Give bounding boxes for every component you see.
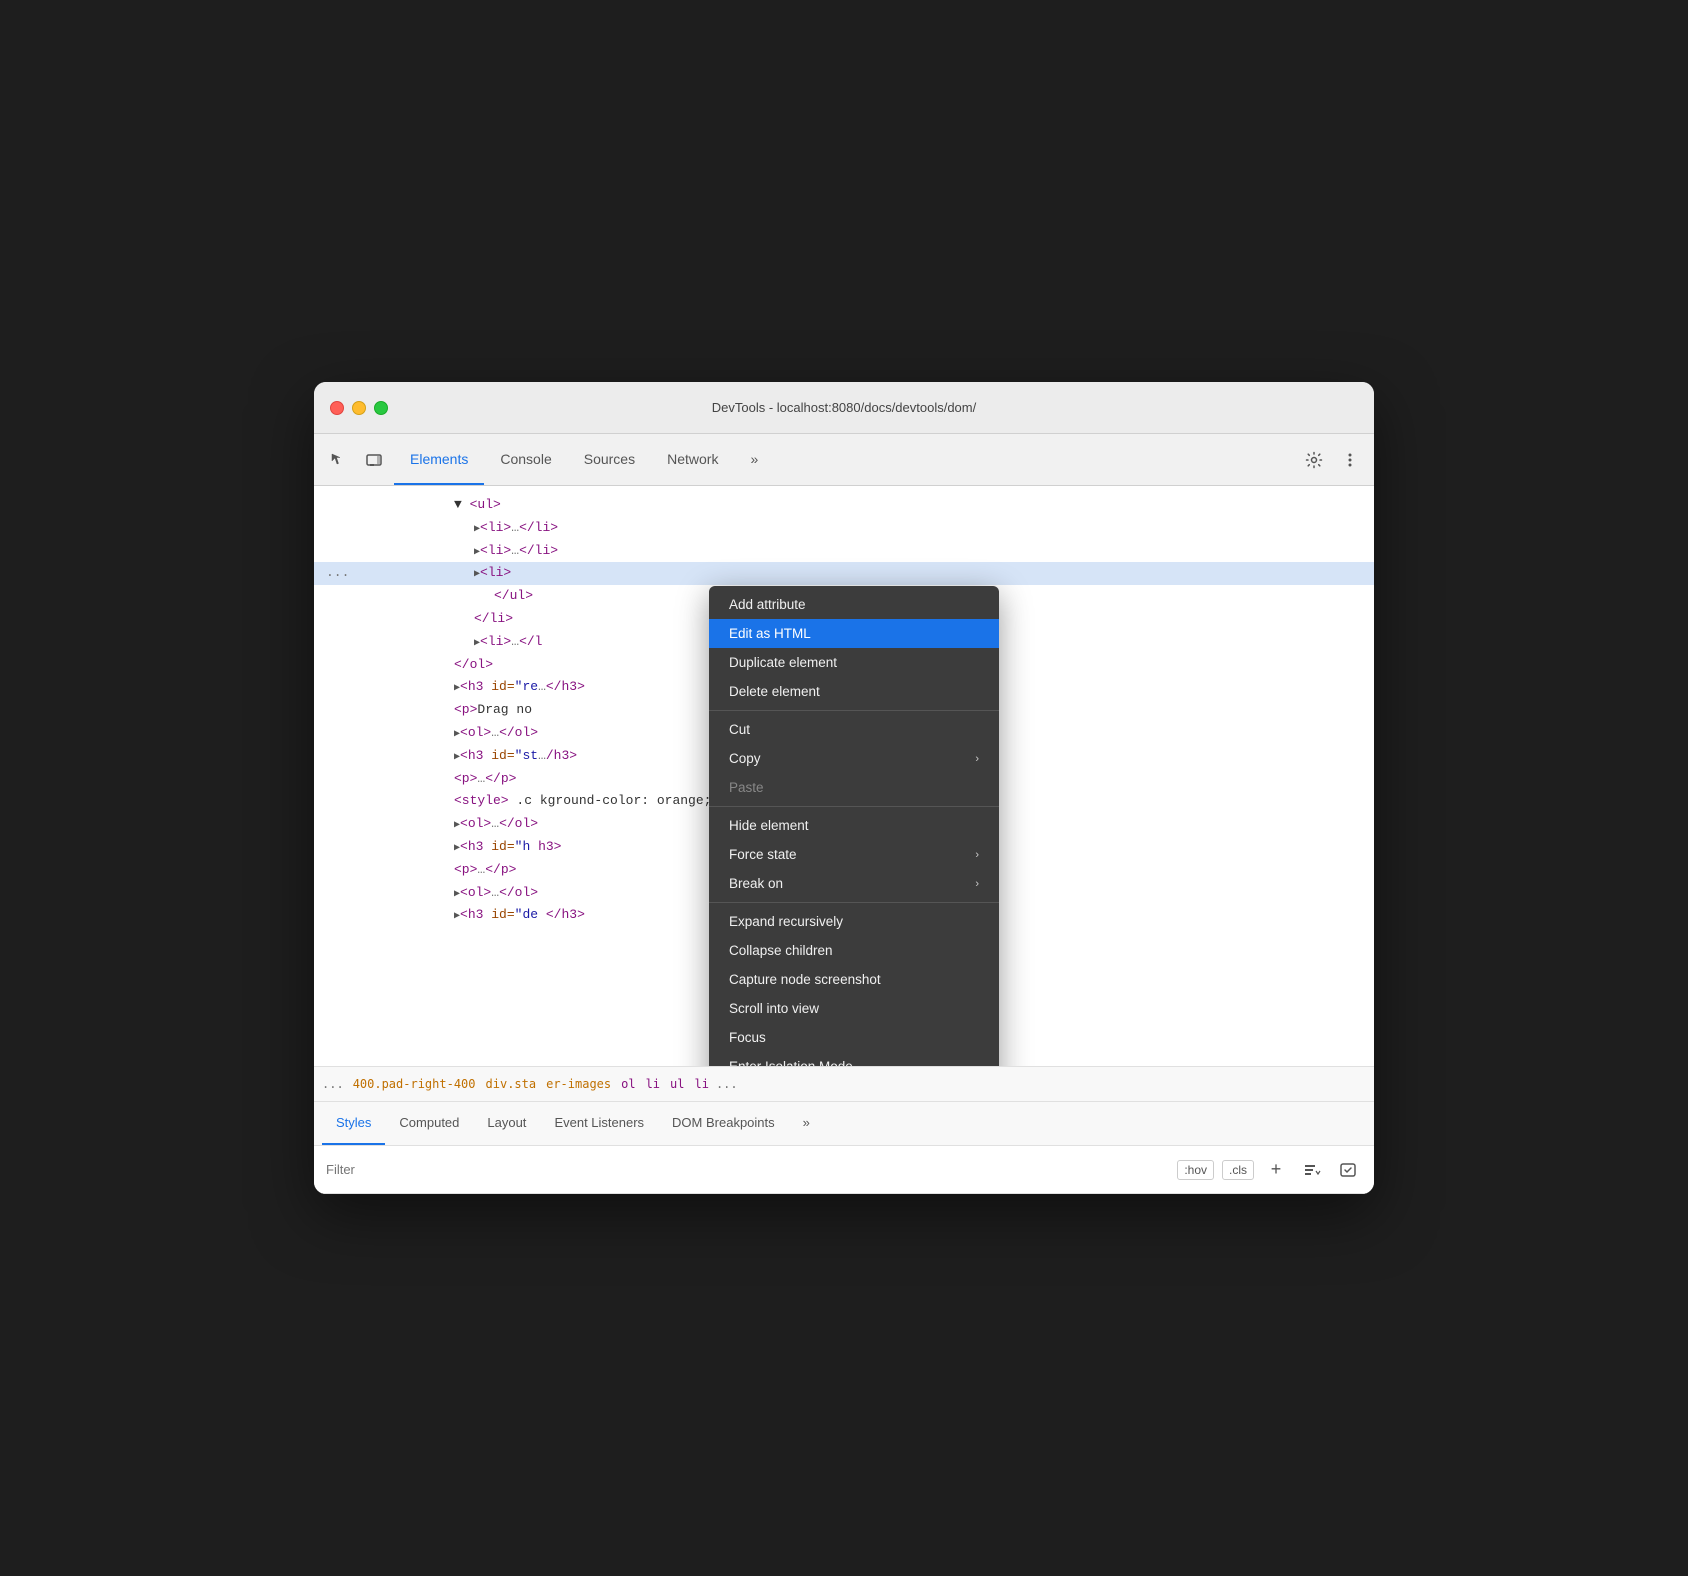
elements-panel: ▼ <ul> ▶<li>…</li> ▶<li>…</li> ... ▶<li>… [314,486,1374,1066]
toolbar: Elements Console Sources Network » [314,434,1374,486]
tab-dom-breakpoints[interactable]: DOM Breakpoints [658,1102,789,1145]
ctx-scroll-into-view[interactable]: Scroll into view [709,994,999,1023]
ctx-separator-2 [709,806,999,807]
force-state-arrow-icon: › [975,849,979,861]
break-on-arrow-icon: › [975,878,979,890]
tab-more-bottom[interactable]: » [789,1102,824,1145]
ctx-capture-node-screenshot[interactable]: Capture node screenshot [709,965,999,994]
more-options-button[interactable] [1334,444,1366,476]
dom-line-ul[interactable]: ▼ <ul> [314,494,1374,517]
title-bar: DevTools - localhost:8080/docs/devtools/… [314,382,1374,434]
ctx-break-on[interactable]: Break on › [709,869,999,898]
breadcrumb-item-4[interactable]: li [643,1075,663,1093]
ctx-duplicate-element[interactable]: Duplicate element [709,648,999,677]
tab-more[interactable]: » [734,434,774,485]
breadcrumb-item-0[interactable]: 400.pad-right-400 [350,1075,479,1093]
tab-styles[interactable]: Styles [322,1102,385,1145]
ctx-separator-3 [709,902,999,903]
ctx-add-attribute[interactable]: Add attribute [709,590,999,619]
traffic-lights [330,401,388,415]
ctx-force-state[interactable]: Force state › [709,840,999,869]
hov-badge[interactable]: :hov [1177,1160,1214,1180]
tab-console[interactable]: Console [484,434,567,485]
breadcrumb-item-5[interactable]: ul [667,1075,687,1093]
breadcrumb-item-2[interactable]: er-images [543,1075,614,1093]
ctx-paste: Paste [709,773,999,802]
ctx-separator-1 [709,710,999,711]
bottom-panel-tabs: Styles Computed Layout Event Listeners D… [314,1102,1374,1146]
ctx-copy[interactable]: Copy › [709,744,999,773]
add-style-button[interactable]: + [1262,1156,1290,1184]
maximize-button[interactable] [374,401,388,415]
new-style-rule-button[interactable] [1298,1156,1326,1184]
ctx-enter-isolation-mode[interactable]: Enter Isolation Mode [709,1052,999,1066]
devtools-window: DevTools - localhost:8080/docs/devtools/… [314,382,1374,1194]
ctx-edit-as-html[interactable]: Edit as HTML [709,619,999,648]
ctx-expand-recursively[interactable]: Expand recursively [709,907,999,936]
tab-sources[interactable]: Sources [568,434,651,485]
dots-indicator: ... [326,563,349,584]
breadcrumb-bar: ... 400.pad-right-400 div.sta er-images … [314,1066,1374,1102]
toolbar-right [1298,444,1366,476]
dom-line-li-selected[interactable]: ... ▶<li> [314,562,1374,585]
breadcrumb-item-3[interactable]: ol [618,1075,638,1093]
breadcrumb-dots-end[interactable]: ... [716,1077,738,1091]
tab-layout[interactable]: Layout [473,1102,540,1145]
main-tabs: Elements Console Sources Network » [394,434,1294,485]
element-state-button[interactable] [1334,1156,1362,1184]
ctx-focus[interactable]: Focus [709,1023,999,1052]
cls-badge[interactable]: .cls [1222,1160,1254,1180]
minimize-button[interactable] [352,401,366,415]
tab-elements[interactable]: Elements [394,434,484,485]
filter-bar: :hov .cls + [314,1146,1374,1194]
breadcrumb-dots[interactable]: ... [322,1077,344,1091]
tab-computed[interactable]: Computed [385,1102,473,1145]
breadcrumb-item-6[interactable]: li [691,1075,711,1093]
ctx-cut[interactable]: Cut [709,715,999,744]
copy-arrow-icon: › [975,753,979,765]
tab-network[interactable]: Network [651,434,734,485]
ctx-delete-element[interactable]: Delete element [709,677,999,706]
tab-event-listeners[interactable]: Event Listeners [540,1102,658,1145]
ctx-hide-element[interactable]: Hide element [709,811,999,840]
filter-input[interactable] [326,1162,1169,1177]
close-button[interactable] [330,401,344,415]
device-toggle-button[interactable] [358,444,390,476]
dom-line-li1[interactable]: ▶<li>…</li> [314,517,1374,540]
ctx-collapse-children[interactable]: Collapse children [709,936,999,965]
context-menu: Add attribute Edit as HTML Duplicate ele… [709,586,999,1066]
breadcrumb-item-1[interactable]: div.sta [483,1075,540,1093]
dom-line-li2[interactable]: ▶<li>…</li> [314,540,1374,563]
window-title: DevTools - localhost:8080/docs/devtools/… [712,400,976,415]
settings-button[interactable] [1298,444,1330,476]
inspect-element-button[interactable] [322,444,354,476]
